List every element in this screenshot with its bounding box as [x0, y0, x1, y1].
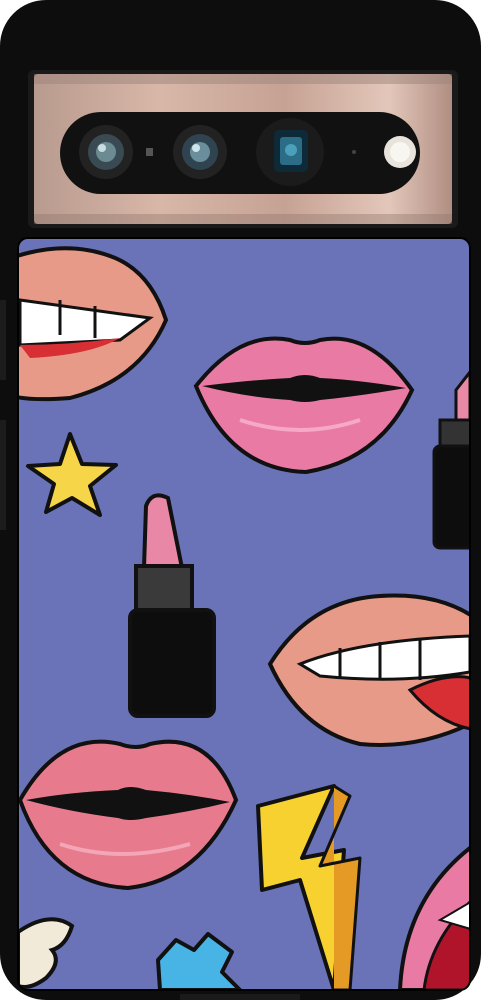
side-button	[0, 300, 6, 380]
print-panel	[18, 238, 470, 990]
telephoto-lens-icon	[256, 118, 324, 186]
mic-dot-icon	[352, 150, 356, 154]
camera-bar	[28, 70, 458, 228]
phone-case	[0, 0, 481, 1000]
case-bottom-edge	[180, 994, 300, 1000]
camera-lens-icon	[79, 125, 133, 179]
side-button-2	[0, 420, 6, 530]
camera-lens-2-icon	[173, 125, 227, 179]
sensor-dot-icon	[146, 148, 153, 156]
